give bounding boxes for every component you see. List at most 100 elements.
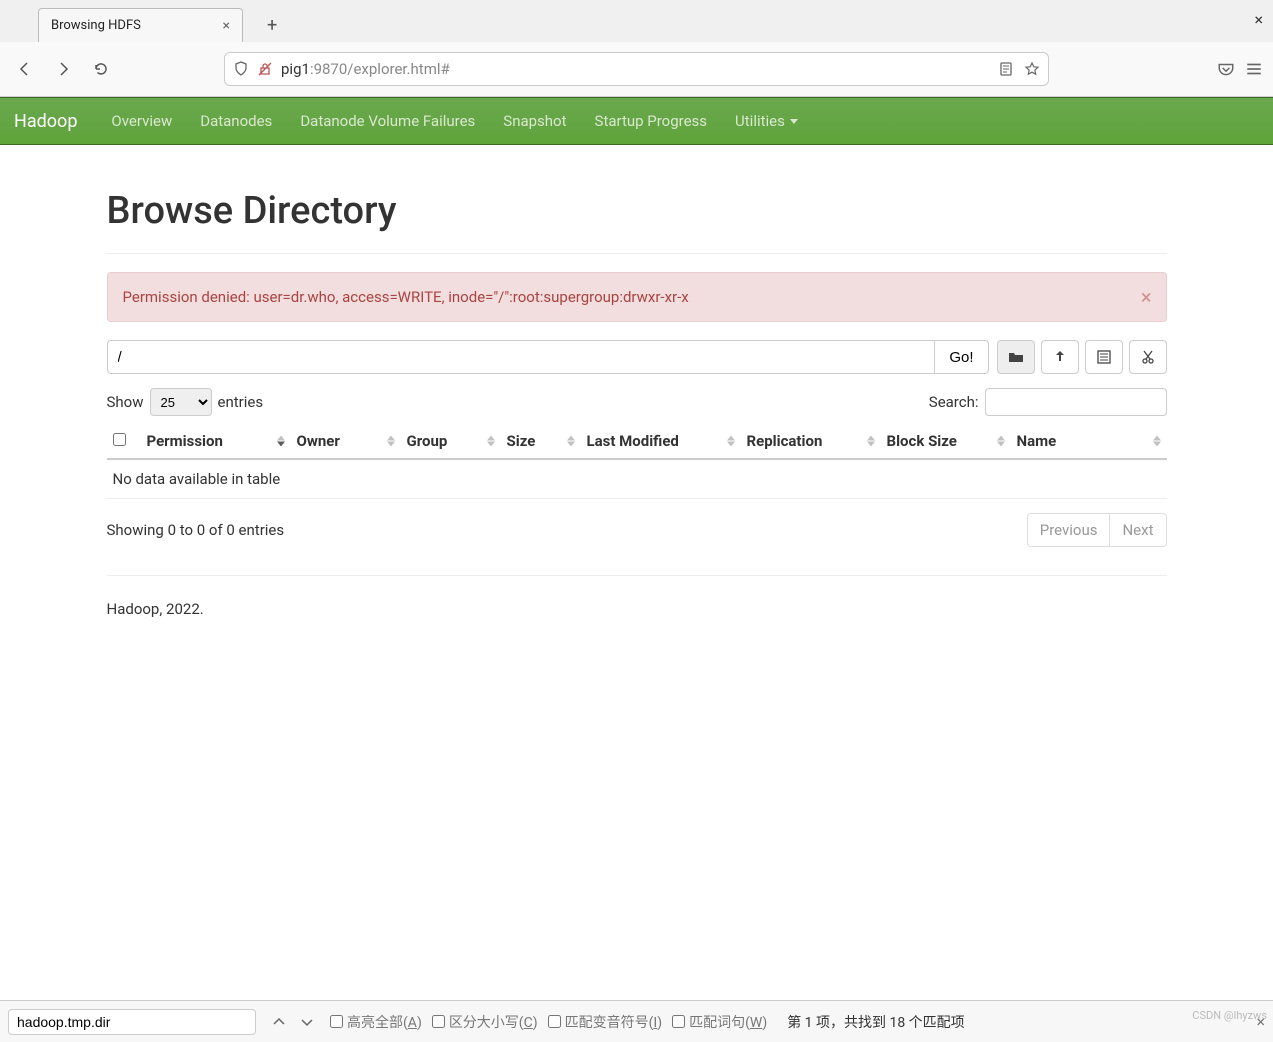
col-size[interactable]: Size (501, 424, 581, 459)
action-button-group (997, 340, 1167, 374)
match-case-checkbox[interactable] (432, 1015, 445, 1028)
main-container: Browse Directory Permission denied: user… (97, 189, 1177, 618)
new-folder-button[interactable] (1085, 340, 1123, 374)
footer-separator (107, 575, 1167, 576)
empty-row: No data available in table (107, 459, 1167, 499)
list-icon (1096, 349, 1112, 365)
pocket-icon[interactable] (1217, 60, 1235, 78)
open-folder-button[interactable] (997, 340, 1035, 374)
nav-snapshot[interactable]: Snapshot (489, 97, 580, 145)
sort-icon (997, 436, 1005, 447)
col-group[interactable]: Group (401, 424, 501, 459)
cut-icon (1140, 349, 1156, 365)
nav-datanodes[interactable]: Datanodes (186, 97, 286, 145)
highlight-all-option[interactable]: 高亮全部(A) (330, 1012, 422, 1032)
col-checkbox (107, 424, 141, 459)
select-all-checkbox[interactable] (113, 433, 126, 446)
show-label: Show (107, 393, 144, 411)
path-row: Go! (107, 340, 1167, 374)
chevron-down-icon (301, 1016, 313, 1028)
watermark: CSDN @lhyzws (1192, 1009, 1267, 1022)
app-navbar: Hadoop Overview Datanodes Datanode Volum… (0, 97, 1273, 145)
highlight-all-checkbox[interactable] (330, 1015, 343, 1028)
new-tab-button[interactable]: + (261, 9, 283, 42)
chevron-down-icon (790, 119, 798, 124)
page-title: Browse Directory (107, 189, 1167, 233)
parent-dir-button[interactable] (1041, 340, 1079, 374)
nav-volume-failures[interactable]: Datanode Volume Failures (286, 97, 489, 145)
arrow-right-icon (55, 61, 71, 77)
whole-words-option[interactable]: 匹配词句(W) (672, 1012, 767, 1032)
page-length-select[interactable]: 25 (150, 388, 212, 416)
find-status: 第 1 项，共找到 18 个匹配项 (787, 1012, 965, 1032)
back-button[interactable] (10, 54, 40, 84)
find-prev-button[interactable] (266, 1009, 292, 1035)
url-bar[interactable]: pig1:9870/explorer.html# (224, 52, 1049, 86)
reload-button[interactable] (86, 54, 116, 84)
alert-text: Permission denied: user=dr.who, access=W… (123, 288, 689, 306)
find-nav (266, 1009, 320, 1035)
directory-table: Permission Owner Group Size Last Modifie… (107, 424, 1167, 499)
col-last-modified[interactable]: Last Modified (581, 424, 741, 459)
lock-insecure-icon (257, 61, 273, 77)
find-next-button[interactable] (294, 1009, 320, 1035)
search-label: Search: (929, 393, 979, 411)
tab-close-icon[interactable]: × (223, 18, 230, 34)
brand[interactable]: Hadoop (14, 111, 77, 132)
nav-utilities[interactable]: Utilities (721, 97, 812, 145)
url-text: pig1:9870/explorer.html# (281, 60, 990, 78)
find-input[interactable] (8, 1009, 256, 1035)
reload-icon (93, 61, 109, 77)
path-input-group: Go! (107, 340, 989, 374)
sort-icon (387, 436, 395, 447)
match-case-option[interactable]: 区分大小写(C) (432, 1012, 538, 1032)
nav-utilities-label: Utilities (735, 112, 785, 130)
folder-open-icon (1008, 349, 1024, 365)
sort-icon (487, 436, 495, 447)
sort-icon (277, 436, 285, 447)
upload-icon (1052, 349, 1068, 365)
arrow-left-icon (17, 61, 33, 77)
title-separator (107, 253, 1167, 254)
cut-button[interactable] (1129, 340, 1167, 374)
tab-strip: Browsing HDFS × + × (0, 0, 1273, 42)
next-button[interactable]: Next (1110, 513, 1166, 547)
browser-toolbar: pig1:9870/explorer.html# (0, 42, 1273, 96)
sort-icon (867, 436, 875, 447)
tab-title: Browsing HDFS (51, 18, 215, 33)
window-close-icon[interactable]: × (1254, 10, 1263, 29)
shield-icon (233, 61, 249, 77)
match-diacritics-option[interactable]: 匹配变音符号(I) (548, 1012, 662, 1032)
browser-tab[interactable]: Browsing HDFS × (38, 8, 243, 42)
col-owner[interactable]: Owner (291, 424, 401, 459)
empty-message: No data available in table (107, 459, 1167, 499)
reader-mode-icon[interactable] (998, 61, 1014, 77)
page-footer: Hadoop, 2022. (107, 600, 1167, 618)
entries-label: entries (218, 393, 264, 411)
forward-button[interactable] (48, 54, 78, 84)
alert-close-icon[interactable]: × (1141, 285, 1152, 309)
alert-error: Permission denied: user=dr.who, access=W… (107, 272, 1167, 322)
path-input[interactable] (107, 340, 935, 374)
nav-overview[interactable]: Overview (97, 97, 186, 145)
nav-startup-progress[interactable]: Startup Progress (581, 97, 722, 145)
table-info: Showing 0 to 0 of 0 entries (107, 521, 1027, 539)
bookmark-star-icon[interactable] (1024, 61, 1040, 77)
chevron-up-icon (273, 1016, 285, 1028)
find-bar: 高亮全部(A) 区分大小写(C) 匹配变音符号(I) 匹配词句(W) 第 1 项… (0, 1000, 1273, 1042)
col-block-size[interactable]: Block Size (881, 424, 1011, 459)
col-replication[interactable]: Replication (741, 424, 881, 459)
go-button[interactable]: Go! (934, 340, 988, 374)
col-name[interactable]: Name (1011, 424, 1167, 459)
sort-icon (567, 436, 575, 447)
pagination: Previous Next (1027, 513, 1167, 547)
table-footer: Showing 0 to 0 of 0 entries Previous Nex… (107, 513, 1167, 547)
whole-words-checkbox[interactable] (672, 1015, 685, 1028)
col-permission[interactable]: Permission (141, 424, 291, 459)
prev-button[interactable]: Previous (1027, 513, 1111, 547)
browser-chrome: Browsing HDFS × + × pig1:9870/explorer.h… (0, 0, 1273, 97)
menu-icon[interactable] (1245, 60, 1263, 78)
table-controls: Show 25 entries Search: (107, 388, 1167, 416)
search-input[interactable] (985, 388, 1167, 416)
match-diacritics-checkbox[interactable] (548, 1015, 561, 1028)
